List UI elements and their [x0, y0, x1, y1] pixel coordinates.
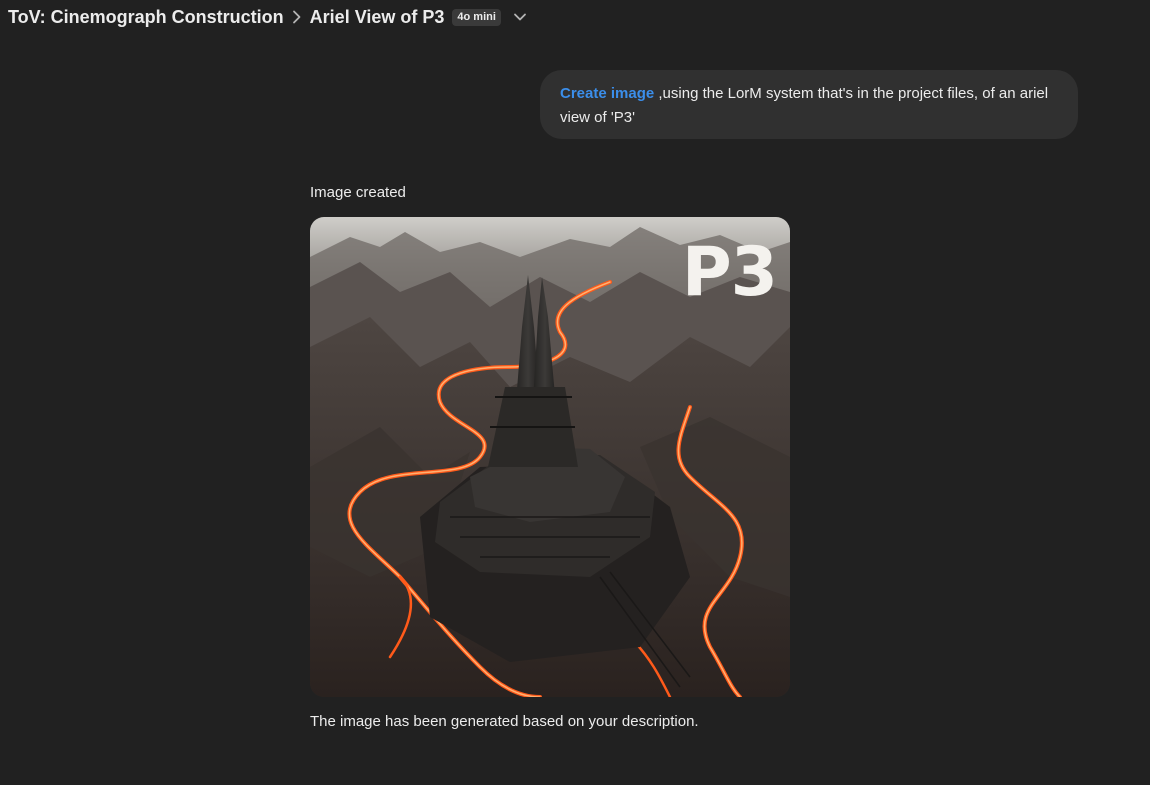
- breadcrumb: ToV: Cinemograph Construction Ariel View…: [8, 5, 527, 29]
- result-text: The image has been generated based on yo…: [310, 713, 699, 730]
- conversation-title[interactable]: Ariel View of P3: [310, 7, 445, 28]
- chevron-down-icon[interactable]: [513, 12, 527, 22]
- create-image-tag[interactable]: Create image: [560, 85, 654, 102]
- project-name-link[interactable]: ToV: Cinemograph Construction: [8, 7, 284, 28]
- model-badge: 4o mini: [452, 8, 501, 26]
- generated-image[interactable]: P3: [310, 217, 790, 697]
- chevron-right-icon: [284, 10, 310, 24]
- chat-page: ToV: Cinemograph Construction Ariel View…: [0, 0, 1150, 785]
- image-status: Image created: [310, 184, 406, 201]
- user-message: Create image ,using the LorM system that…: [540, 70, 1078, 139]
- image-label-text: P3: [681, 233, 778, 312]
